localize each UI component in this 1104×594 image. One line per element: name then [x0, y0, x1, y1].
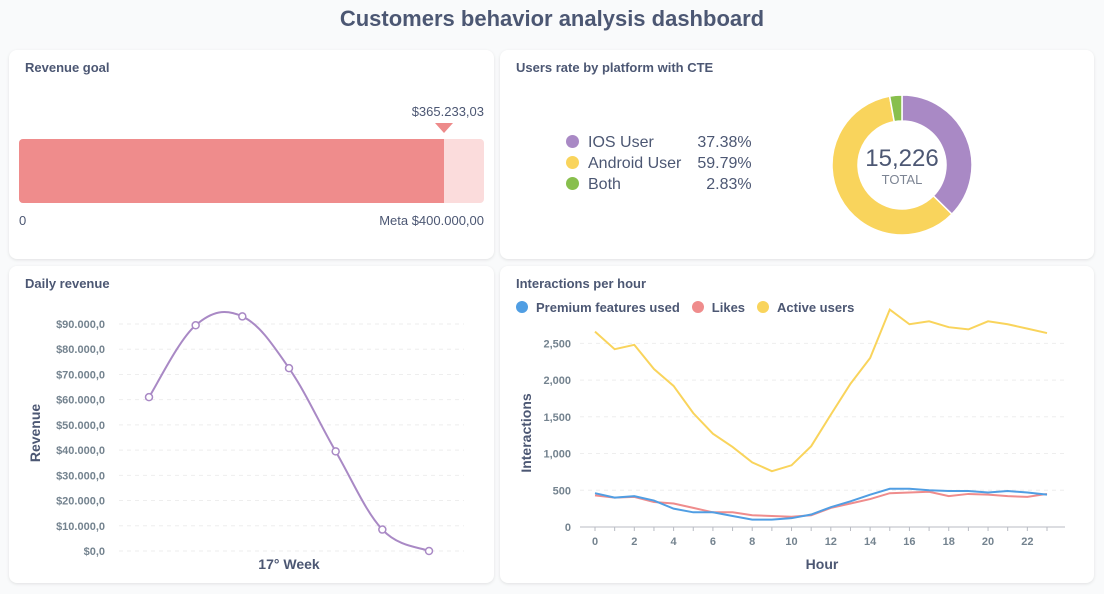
- platform-card: Users rate by platform with CTE IOS User…: [500, 50, 1094, 259]
- hourly-x-tick-label: 18: [943, 536, 955, 548]
- hourly-x-tick-label: 22: [1021, 536, 1033, 548]
- interactions-chart: 0 500 1,000 1,500 2,000 2,500 0 2 4 6 8 10 12 14 16 18 2…: [518, 307, 1065, 572]
- hourly-y-tick-label: 1,000: [543, 449, 571, 461]
- daily-data-point[interactable]: [378, 525, 387, 534]
- hourly-y-tick-label: 1,500: [543, 412, 571, 424]
- revenue-goal-title[interactable]: Revenue goal: [25, 60, 110, 75]
- daily-y-tick-label: $10.000,0: [56, 521, 105, 533]
- daily-revenue-chart: $0,0 $10.000,0 $20.000,0 $30.000,0 $40.000,0…: [27, 311, 464, 572]
- donut-chart: 15,226 TOTAL: [831, 94, 973, 236]
- daily-data-point[interactable]: [331, 447, 340, 456]
- daily-data-point[interactable]: [424, 546, 434, 556]
- daily-data-point[interactable]: [144, 392, 154, 402]
- hourly-x-tick-label: 0: [592, 536, 598, 548]
- daily-y-tick-label: $40.000,0: [56, 445, 105, 457]
- hourly-x-tick-label: 8: [749, 536, 755, 548]
- daily-y-tick-label: $70.000,0: [56, 369, 105, 381]
- daily-y-axis-label: Revenue: [27, 404, 43, 463]
- daily-y-tick-label: $0,0: [84, 546, 105, 558]
- daily-data-point[interactable]: [191, 321, 200, 330]
- donut-total-value: 15,226: [865, 145, 938, 172]
- daily-data-point[interactable]: [284, 363, 294, 373]
- hourly-y-tick-label: 0: [565, 522, 571, 534]
- daily-data-point[interactable]: [238, 312, 247, 321]
- hourly-x-tick-label: 4: [671, 536, 678, 548]
- hourly-y-tick-label: 2,000: [543, 375, 571, 387]
- daily-y-tick-label: $90.000,0: [56, 319, 105, 331]
- hourly-x-axis-label: Hour: [806, 556, 839, 572]
- hourly-x-tick-label: 16: [903, 536, 915, 548]
- series-line-active-users[interactable]: [594, 307, 1048, 473]
- hourly-x-tick-label: 20: [982, 536, 994, 548]
- daily-y-tick-label: $50.000,0: [56, 420, 105, 432]
- dashboard-title: Customers behavior analysis dashboard: [339, 6, 765, 31]
- daily-x-axis-label: 17° Week: [258, 556, 320, 572]
- daily-y-tick-label: $80.000,0: [56, 344, 105, 356]
- hourly-y-axis-label: Interactions: [518, 393, 534, 473]
- daily-y-tick-label: $20.000,0: [56, 496, 105, 508]
- hourly-x-tick-label: 12: [825, 536, 837, 548]
- revenue-goal-card: Revenue goal $365.233,03 0 Meta $400.000…: [9, 50, 494, 259]
- daily-y-tick-label: $60.000,0: [56, 395, 105, 407]
- interactions-card: Interactions per hour Premium features u…: [500, 266, 1094, 583]
- hourly-y-tick-label: 2,500: [543, 338, 571, 350]
- hourly-x-tick-label: 14: [864, 536, 877, 548]
- hourly-x-tick-label: 10: [785, 536, 797, 548]
- goal-start-label: 0: [19, 213, 27, 228]
- donut-total-label: TOTAL: [882, 172, 923, 187]
- goal-progress-fill: [19, 139, 444, 203]
- goal-marker-icon: [435, 123, 453, 133]
- goal-current-value: $365.233,03: [411, 104, 484, 119]
- hourly-x-tick-label: 2: [631, 536, 637, 548]
- hourly-x-tick-label: 6: [710, 536, 716, 548]
- daily-revenue-line: [148, 311, 430, 552]
- goal-target-label: Meta $400.000,00: [379, 213, 484, 228]
- goal-progress-track[interactable]: [19, 139, 484, 203]
- daily-y-tick-label: $30.000,0: [56, 470, 105, 482]
- hourly-y-tick-label: 500: [553, 485, 571, 497]
- daily-revenue-card: Daily revenue $0,0 $10.000,0 $20.000,0 $30.…: [9, 266, 494, 583]
